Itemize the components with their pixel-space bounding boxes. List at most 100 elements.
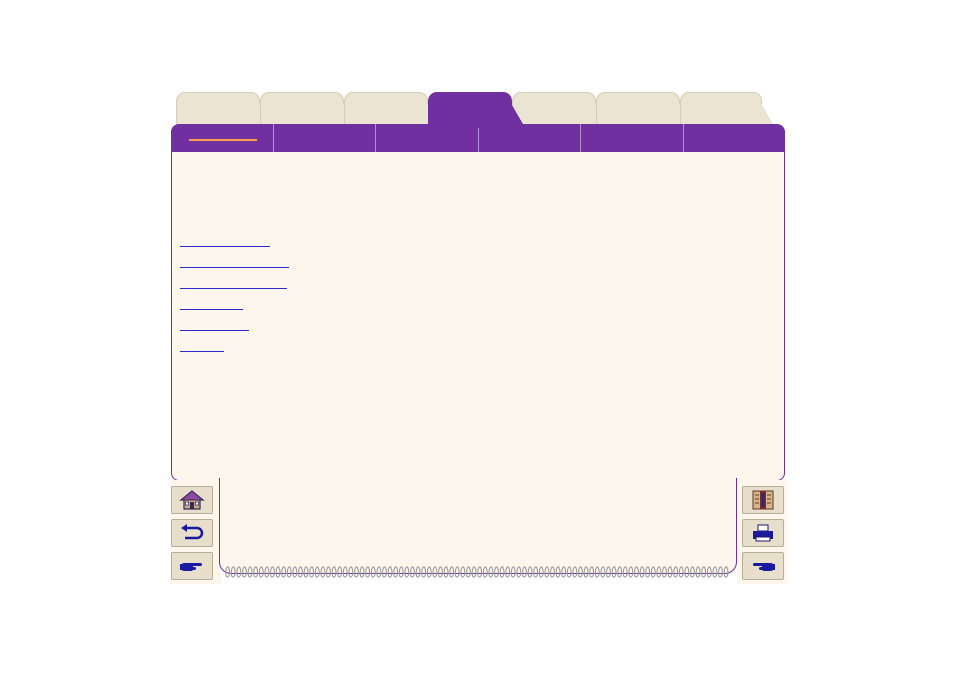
spiral-coil xyxy=(225,566,231,578)
spiral-coil xyxy=(337,566,343,578)
spiral-coil xyxy=(488,566,494,578)
spiral-coil xyxy=(701,566,707,578)
spiral-coil xyxy=(561,566,567,578)
sub-tab-1-selected[interactable] xyxy=(171,124,274,152)
spiral-coil xyxy=(326,566,331,578)
spiral-coil xyxy=(247,566,253,578)
top-tab-7[interactable] xyxy=(680,92,773,127)
top-tab-1[interactable] xyxy=(176,92,271,127)
spiral-coil xyxy=(499,566,505,578)
spiral-coil xyxy=(662,566,667,578)
content-panel xyxy=(171,151,785,481)
sub-tab-3[interactable] xyxy=(376,124,479,152)
top-tab-label xyxy=(261,93,343,103)
spiral-coil xyxy=(454,566,460,578)
spiral-coil xyxy=(684,566,690,578)
link-underline xyxy=(180,351,224,352)
top-tab-6[interactable] xyxy=(596,92,691,127)
spiral-coil xyxy=(550,566,555,578)
spiral-coil xyxy=(522,566,527,578)
spiral-coil xyxy=(617,566,623,578)
spiral-coil xyxy=(320,566,326,578)
spiral-coil xyxy=(673,566,679,578)
spiral-coil xyxy=(415,566,421,578)
spiral-coil xyxy=(634,566,639,578)
home-button[interactable] xyxy=(171,486,213,514)
spiral-coil xyxy=(566,566,572,578)
sub-tab-6[interactable] xyxy=(684,124,786,152)
spiral-coil xyxy=(298,566,303,578)
link-underline xyxy=(180,246,270,247)
spiral-coil xyxy=(438,566,443,578)
top-tab-label xyxy=(681,93,761,103)
spiral-coil xyxy=(410,566,415,578)
spiral-coil xyxy=(393,566,399,578)
spiral-coil xyxy=(639,566,645,578)
next-page-button[interactable] xyxy=(171,552,213,580)
back-arrow-icon xyxy=(181,524,204,540)
spiral-coil xyxy=(678,566,684,578)
spiral-coil xyxy=(270,566,275,578)
spiral-coil xyxy=(578,566,583,578)
spiral-coil xyxy=(275,566,281,578)
spiral-coil xyxy=(253,566,259,578)
top-tab-label xyxy=(513,93,595,103)
spiral-coil xyxy=(594,566,600,578)
link-underline xyxy=(180,267,289,268)
spiral-coil xyxy=(494,566,499,578)
printer-icon xyxy=(753,524,773,542)
spiral-coil xyxy=(421,566,427,578)
spiral-coil xyxy=(292,566,298,578)
spiral-coil xyxy=(606,566,611,578)
spiral-coil xyxy=(264,566,270,578)
spiral-coil xyxy=(404,566,410,578)
spiral-coil xyxy=(348,566,354,578)
spiral-coil xyxy=(505,566,511,578)
sub-tab-5[interactable] xyxy=(581,124,684,152)
spiral-coil xyxy=(331,566,337,578)
spiral-coil xyxy=(628,566,634,578)
top-tab-label xyxy=(597,93,679,103)
sub-tab-4[interactable] xyxy=(479,124,581,152)
print-button[interactable] xyxy=(742,519,784,547)
spiral-coil xyxy=(309,566,315,578)
spiral-coil xyxy=(314,566,320,578)
spiral-coil xyxy=(690,566,695,578)
top-tab-3[interactable] xyxy=(344,92,439,127)
spiral-coil xyxy=(460,566,466,578)
contents-button[interactable] xyxy=(742,486,784,514)
top-tab-label xyxy=(177,93,259,103)
spiral-coil xyxy=(387,566,393,578)
spiral-coil xyxy=(376,566,382,578)
top-tab-label xyxy=(345,93,427,103)
pointing-hand-left-icon xyxy=(753,563,775,571)
contents-book-icon xyxy=(752,490,774,510)
link-underline xyxy=(180,288,287,289)
spiral-coil xyxy=(230,566,236,578)
bottom-content-panel xyxy=(219,478,737,574)
spiral-coil xyxy=(286,566,292,578)
previous-page-button[interactable] xyxy=(742,552,784,580)
spiral-coil xyxy=(583,566,589,578)
link-underline xyxy=(180,309,243,310)
spiral-coil xyxy=(359,566,365,578)
spiral-coil xyxy=(510,566,516,578)
back-button[interactable] xyxy=(171,519,213,547)
spiral-coil xyxy=(432,566,438,578)
spiral-coil xyxy=(656,566,662,578)
sub-tab-2[interactable] xyxy=(274,124,376,152)
spiral-coil xyxy=(538,566,544,578)
spiral-coil xyxy=(471,566,477,578)
spiral-coil xyxy=(723,566,729,578)
pointing-hand-right-icon xyxy=(180,563,202,571)
spiral-coil xyxy=(544,566,550,578)
spiral-coil xyxy=(650,566,656,578)
spiral-coil xyxy=(645,566,651,578)
top-tab-4-active[interactable] xyxy=(428,92,523,128)
spiral-coil xyxy=(443,566,449,578)
spiral-coil xyxy=(527,566,533,578)
spiral-coil xyxy=(236,566,242,578)
top-tab-5[interactable] xyxy=(512,92,607,127)
top-tab-2[interactable] xyxy=(260,92,355,127)
spiral-coil xyxy=(449,566,455,578)
